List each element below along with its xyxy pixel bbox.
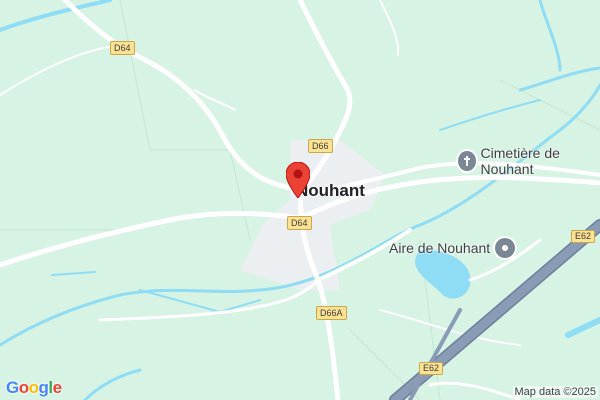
google-logo[interactable]: Google (6, 378, 62, 398)
road-label-d64-north: D64 (110, 41, 135, 55)
highway-label-e62-east: E62 (571, 230, 596, 243)
road-label-d64-south: D64 (287, 216, 312, 230)
poi-cimetiere-de-nouhant[interactable]: Cimetière de Nouhant (458, 145, 600, 177)
location-pin-icon[interactable] (285, 161, 311, 203)
map-canvas[interactable]: D64 D66 D64 D66A E62 E62 Nouhant Cimetiè… (0, 0, 600, 400)
map-attribution[interactable]: Map data ©2025 (512, 386, 598, 398)
highway-label-e62-south: E62 (419, 362, 444, 375)
rest-area-icon (495, 238, 516, 258)
cemetery-icon (458, 151, 476, 171)
road-label-d66a: D66A (316, 306, 347, 320)
road-label-d66: D66 (308, 139, 333, 153)
poi-aire-de-nouhant[interactable]: Aire de Nouhant (389, 238, 516, 258)
poi-label: Aire de Nouhant (389, 240, 491, 256)
poi-label: Cimetière de Nouhant (480, 145, 560, 177)
